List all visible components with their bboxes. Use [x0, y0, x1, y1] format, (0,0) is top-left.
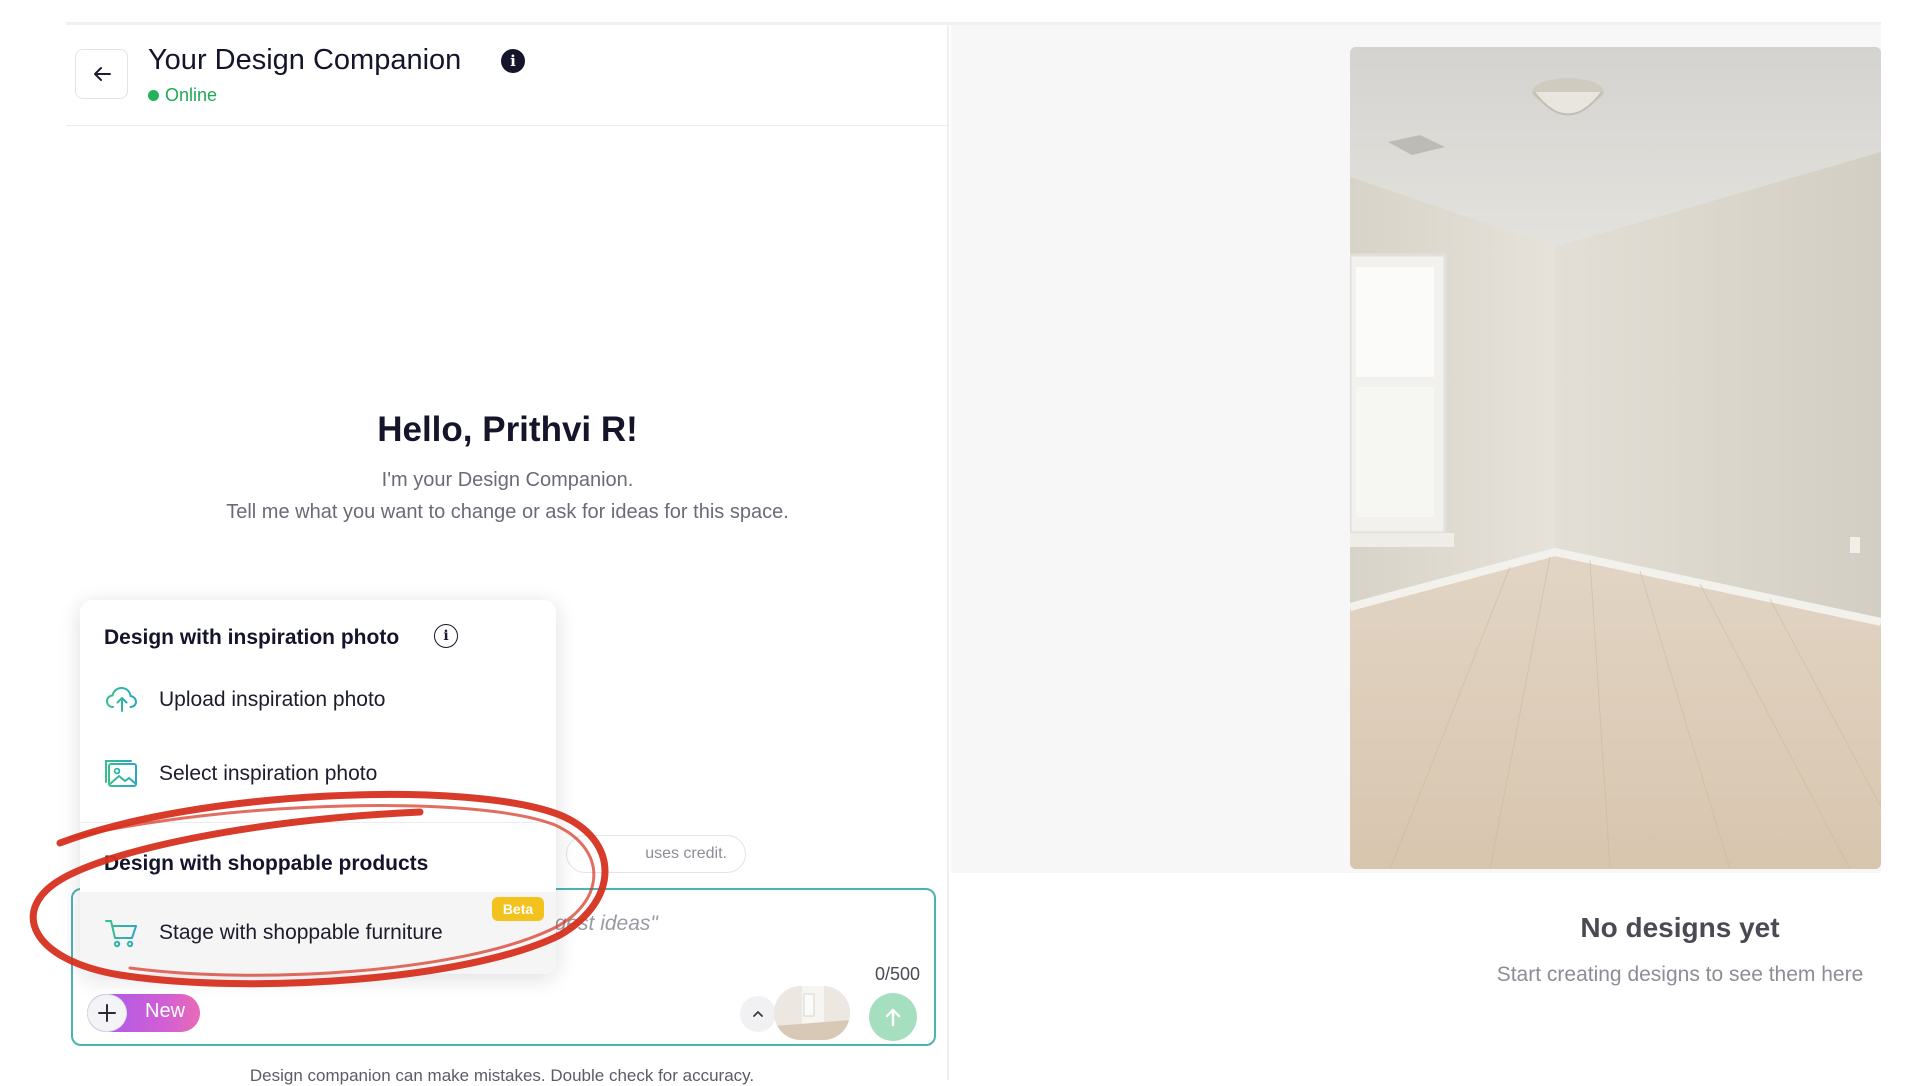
- add-options-menu: Design with inspiration photo i Upload i…: [80, 600, 556, 974]
- arrow-up-icon: [885, 1008, 901, 1027]
- room-photo-image: [1350, 47, 1881, 869]
- room-photo: [1350, 47, 1881, 869]
- cloud-upload-icon: [105, 686, 138, 712]
- online-dot-icon: [148, 90, 159, 101]
- credit-chip-text: uses credit.: [645, 845, 727, 862]
- menu-item-label: Upload inspiration photo: [159, 688, 386, 711]
- images-icon: [105, 760, 137, 787]
- cart-icon: [105, 920, 137, 948]
- info-circle-icon[interactable]: i: [434, 624, 458, 648]
- status-indicator: Online: [148, 85, 217, 106]
- page-title: Your Design Companion: [148, 44, 462, 76]
- arrow-left-icon: [93, 67, 111, 81]
- menu-item-label: Select inspiration photo: [159, 762, 378, 785]
- empty-state-subtitle: Start creating designs to see them here: [1496, 963, 1864, 986]
- greeting-line-1: I'm your Design Companion.: [381, 469, 634, 491]
- empty-state-title: No designs yet: [1580, 912, 1780, 943]
- room-thumbnail[interactable]: [774, 986, 850, 1040]
- greeting-title: Hello, Prithvi R!: [377, 410, 638, 449]
- disclaimer-text: Design companion can make mistakes. Doub…: [249, 1066, 755, 1085]
- send-button[interactable]: [869, 993, 917, 1041]
- credit-chip[interactable]: uses credit.: [566, 835, 746, 873]
- greeting-line-2: Tell me what you want to change or ask f…: [226, 501, 789, 523]
- chat-input-placeholder[interactable]: ggest ideas": [543, 912, 658, 936]
- section-title-shoppable: Design with shoppable products: [104, 852, 429, 875]
- chevron-up-icon: [753, 1011, 763, 1017]
- menu-item-label: Stage with shoppable furniture: [159, 921, 443, 944]
- menu-item-upload-inspiration[interactable]: Upload inspiration photo: [80, 670, 556, 730]
- app-window: Your Design Companion i Online Hello, Pr…: [0, 0, 1920, 1085]
- chat-header: Your Design Companion i Online: [66, 25, 949, 126]
- greeting: Hello, Prithvi R! I'm your Design Compan…: [66, 410, 949, 528]
- beta-badge: Beta: [492, 897, 544, 921]
- new-label: New: [145, 1000, 186, 1022]
- status-text: Online: [165, 85, 218, 105]
- menu-item-stage-shoppable[interactable]: Stage with shoppable furniture: [80, 892, 556, 974]
- character-counter: 0/500: [874, 964, 920, 984]
- room-thumbnail-image: [774, 986, 850, 1040]
- plus-icon: [98, 1004, 116, 1022]
- info-icon[interactable]: i: [501, 49, 525, 73]
- expand-button[interactable]: [740, 996, 776, 1032]
- back-button[interactable]: [75, 49, 128, 99]
- menu-item-select-inspiration[interactable]: Select inspiration photo: [80, 744, 556, 804]
- menu-divider: [80, 822, 556, 823]
- section-title-inspiration: Design with inspiration photo: [104, 626, 400, 649]
- add-button[interactable]: [87, 994, 127, 1032]
